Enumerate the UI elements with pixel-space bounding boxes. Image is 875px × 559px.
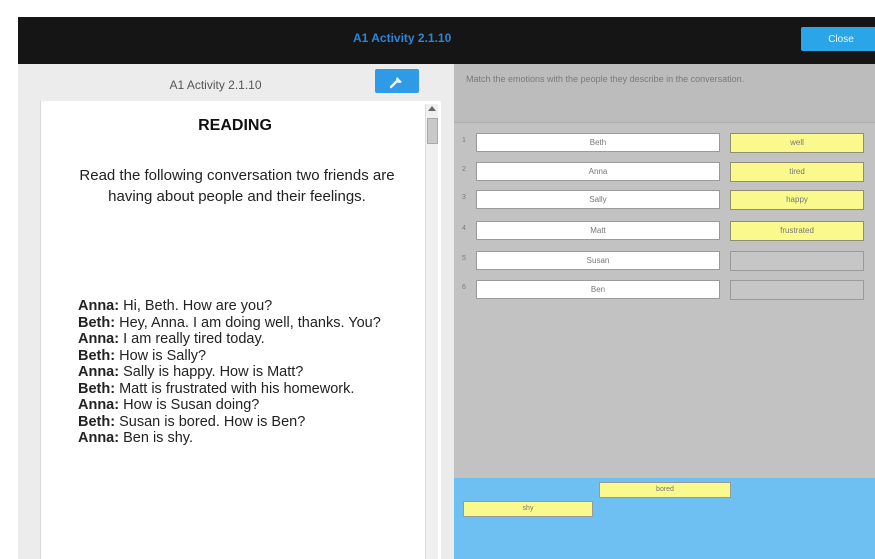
dialogue-line: Beth: Matt is frustrated with his homewo… — [78, 381, 418, 398]
reading-content: READING Read the following conversation … — [40, 101, 441, 559]
speaker: Beth: — [78, 314, 116, 331]
word-chip[interactable]: shy — [463, 501, 593, 517]
utterance: How is Sally? — [115, 347, 207, 364]
speaker: Beth: — [78, 380, 116, 397]
top-bar: A1 Activity 2.1.10 Close — [18, 17, 875, 64]
utterance: Matt is frustrated with his homework. — [115, 380, 355, 397]
utterance: I am really tired today. — [119, 331, 265, 347]
conversation: Anna: Hi, Beth. How are you? Beth: Hey, … — [78, 298, 418, 447]
speaker: Anna: — [78, 397, 120, 413]
matching-panel: Match the emotions with the people they … — [454, 64, 875, 478]
dialogue-line: Beth: How is Sally? — [78, 348, 418, 365]
match-row: 4 Matt frustrated — [454, 221, 875, 241]
row-number: 3 — [462, 194, 466, 201]
row-number: 5 — [462, 255, 466, 262]
dialogue-line: Anna: I am really tired today. — [78, 331, 418, 348]
answer-drop-slot[interactable] — [730, 251, 864, 271]
answer-drop-slot[interactable]: frustrated — [730, 221, 864, 241]
person-name: Anna — [476, 162, 720, 181]
wrench-icon — [389, 77, 402, 89]
utterance: Hi, Beth. How are you? — [119, 298, 273, 314]
answer-drop-slot[interactable]: tired — [730, 162, 864, 182]
instruction-text: Match the emotions with the people they … — [466, 74, 745, 84]
scroll-thumb[interactable] — [427, 118, 438, 144]
match-row: 5 Susan — [454, 251, 875, 271]
utterance: Hey, Anna. I am doing well, thanks. You? — [115, 314, 381, 331]
person-name: Ben — [476, 280, 720, 299]
dialogue-line: Anna: Sally is happy. How is Matt? — [78, 364, 418, 381]
person-name: Matt — [476, 221, 720, 240]
reading-panel-title: A1 Activity 2.1.10 — [169, 78, 262, 92]
row-number: 2 — [462, 166, 466, 173]
match-row: 1 Beth well — [454, 133, 875, 153]
speaker: Beth: — [78, 413, 116, 430]
dialogue-line: Beth: Susan is bored. How is Ben? — [78, 414, 418, 431]
person-name: Susan — [476, 251, 720, 270]
answer-drop-slot[interactable]: well — [730, 133, 864, 153]
dialogue-line: Anna: Ben is shy. — [78, 430, 418, 447]
utterance: How is Susan doing? — [119, 397, 260, 413]
row-number: 4 — [462, 225, 466, 232]
match-row: 6 Ben — [454, 280, 875, 300]
match-row: 2 Anna tired — [454, 162, 875, 182]
instruction-bar: Match the emotions with the people they … — [454, 64, 875, 123]
row-number: 1 — [462, 137, 466, 144]
reading-scrollbar[interactable] — [425, 104, 438, 559]
person-name: Sally — [476, 190, 720, 209]
utterance: Sally is happy. How is Matt? — [119, 364, 304, 380]
utterance: Ben is shy. — [119, 430, 193, 446]
scroll-up-icon[interactable] — [428, 106, 436, 111]
row-number: 6 — [462, 284, 466, 291]
dialogue-line: Anna: Hi, Beth. How are you? — [78, 298, 418, 315]
speaker: Anna: — [78, 364, 120, 380]
reading-panel: A1 Activity 2.1.10 READING Read the foll… — [18, 64, 454, 559]
close-button[interactable]: Close — [801, 27, 875, 51]
answer-drop-slot[interactable]: happy — [730, 190, 864, 210]
speaker: Anna: — [78, 298, 120, 314]
dialogue-line: Beth: Hey, Anna. I am doing well, thanks… — [78, 315, 418, 332]
window-title: A1 Activity 2.1.10 — [353, 31, 452, 45]
answer-drop-slot[interactable] — [730, 280, 864, 300]
speaker: Beth: — [78, 347, 116, 364]
dialogue-line: Anna: How is Susan doing? — [78, 397, 418, 414]
tools-button[interactable] — [375, 69, 419, 93]
match-row: 3 Sally happy — [454, 190, 875, 210]
speaker: Anna: — [78, 430, 120, 446]
reading-heading: READING — [198, 117, 272, 134]
reading-intro: Read the following conversation two frie… — [79, 167, 395, 205]
word-bank: bored shy — [454, 478, 875, 559]
person-name: Beth — [476, 133, 720, 152]
word-chip[interactable]: bored — [599, 482, 731, 498]
utterance: Susan is bored. How is Ben? — [115, 413, 306, 430]
speaker: Anna: — [78, 331, 120, 347]
